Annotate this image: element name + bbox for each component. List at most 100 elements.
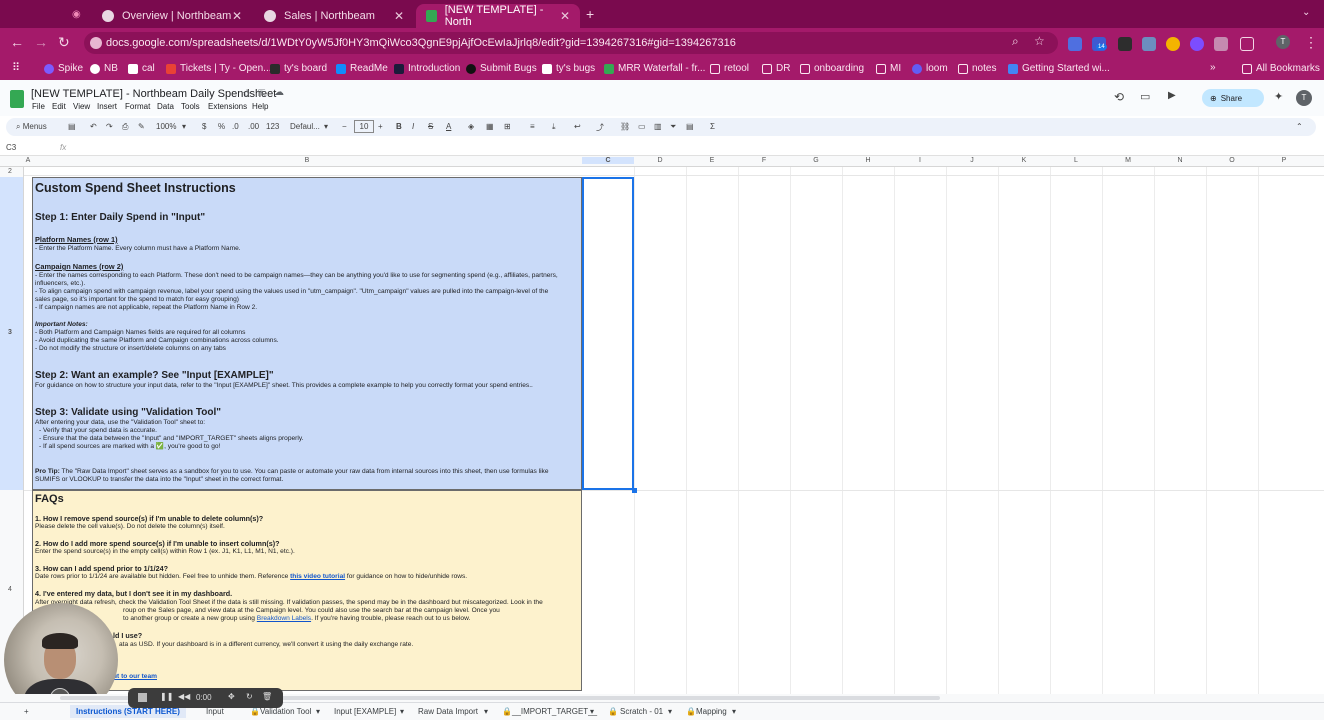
zoom-select[interactable]: 100% (156, 122, 176, 131)
comment-icon[interactable]: ▭ (638, 122, 646, 131)
col-header-h[interactable]: H (842, 157, 894, 164)
apps-icon[interactable]: ⠿ (12, 61, 20, 74)
breakdown-labels-link[interactable]: Breakdown Labels (257, 615, 311, 622)
comment-icon[interactable]: ▭ (1140, 90, 1150, 103)
merge-icon[interactable]: ⊞ (504, 122, 511, 131)
chevron-down-icon[interactable]: ▾ (484, 707, 488, 716)
extension-icon[interactable] (1118, 37, 1132, 51)
menu-tools[interactable]: Tools (181, 102, 200, 111)
bookmark-getting-started[interactable]: Getting Started wi... (1008, 63, 1110, 74)
chevron-down-icon[interactable]: ⌄ (1302, 7, 1310, 18)
col-header-g[interactable]: G (790, 157, 842, 164)
back-icon[interactable]: ← (10, 34, 24, 50)
instructions-cell[interactable]: Custom Spend Sheet Instructions Step 1: … (32, 177, 582, 490)
strikethrough-icon[interactable]: S (428, 122, 433, 131)
filter-icon[interactable]: ⏷ (670, 122, 676, 132)
bookmark-cal[interactable]: cal (128, 63, 155, 74)
bookmark-loom[interactable]: loom (912, 63, 948, 74)
bookmark-tickets[interactable]: Tickets | Ty - Open... (166, 63, 272, 74)
chevron-down-icon[interactable]: ▾ (668, 707, 672, 716)
menu-extensions[interactable]: Extensions (208, 102, 247, 111)
col-header-a[interactable]: A (24, 157, 32, 164)
percent-button[interactable]: % (218, 122, 225, 131)
col-header-p[interactable]: P (1258, 157, 1310, 164)
all-bookmarks[interactable]: All Bookmarks (1242, 63, 1320, 74)
menu-edit[interactable]: Edit (52, 102, 66, 111)
bookmark-retool[interactable]: retool (710, 63, 749, 74)
sheet-tab-import-target[interactable]: __IMPORT_TARGET__ (512, 707, 597, 716)
menu-help[interactable]: Help (252, 102, 268, 111)
font-size-input[interactable]: 10 (354, 120, 374, 133)
fill-color-icon[interactable]: ◈ (468, 122, 474, 131)
bookmark-mi[interactable]: MI (876, 63, 901, 74)
zoom-icon[interactable]: ⌕ (1012, 34, 1019, 49)
col-header-b[interactable]: B (32, 157, 582, 164)
bookmark-onboarding[interactable]: onboarding (800, 63, 864, 74)
menu-data[interactable]: Data (157, 102, 174, 111)
close-icon[interactable]: ✕ (560, 9, 570, 23)
bookmark-notes[interactable]: notes (958, 63, 996, 74)
font-size-decrease[interactable]: − (342, 122, 347, 131)
extension-icon[interactable] (1190, 37, 1204, 51)
move-icon[interactable]: ⇱ (258, 88, 266, 99)
menu-insert[interactable]: Insert (97, 102, 117, 111)
chevron-down-icon[interactable]: ▾ (316, 707, 320, 716)
col-header-d[interactable]: D (634, 157, 686, 164)
menu-format[interactable]: Format (125, 102, 150, 111)
currency-button[interactable]: $ (202, 122, 206, 131)
col-header-e[interactable]: E (686, 157, 738, 164)
bookmark-mrr-waterfall[interactable]: MRR Waterfall - fr... (604, 63, 705, 74)
profile-avatar[interactable]: T (1276, 35, 1290, 49)
rewind-icon[interactable]: ◀◀ (178, 692, 190, 701)
pause-icon[interactable]: ❚❚ (160, 692, 173, 701)
row-header-3[interactable]: 3 (8, 329, 12, 336)
collapse-icon[interactable]: ⌃ (1296, 122, 1303, 131)
bookmark-tys-board[interactable]: ty's board (270, 63, 327, 74)
extension-icon[interactable] (1142, 37, 1156, 51)
tab-sales[interactable]: Sales | Northbeam ✕ (254, 4, 414, 28)
extension-icon[interactable] (1214, 37, 1228, 51)
rotate-icon[interactable]: ⤴ (596, 122, 604, 133)
star-icon[interactable]: ☆ (242, 87, 252, 100)
star-icon[interactable]: ☆ (1034, 34, 1045, 48)
menu-file[interactable]: File (32, 102, 45, 111)
menu-view[interactable]: View (73, 102, 90, 111)
wrap-icon[interactable]: ↩ (574, 122, 581, 131)
row-header-2[interactable]: 2 (8, 168, 12, 175)
stop-icon[interactable] (138, 693, 147, 702)
search-menus-input[interactable]: ⌕ Menus (16, 122, 47, 132)
redo-icon[interactable]: ↷ (106, 122, 113, 131)
text-color-icon[interactable]: A (446, 122, 451, 131)
bookmark-dr[interactable]: DR (762, 63, 790, 74)
meet-icon[interactable]: ▶ (1168, 90, 1176, 101)
col-header-f[interactable]: F (738, 157, 790, 164)
name-box[interactable]: C3 (6, 143, 16, 152)
col-header-c[interactable]: C (582, 157, 634, 164)
decrease-decimal-button[interactable]: .0 (232, 122, 239, 131)
bookmark-submit-bugs[interactable]: Submit Bugs (466, 63, 537, 74)
document-title[interactable]: [NEW TEMPLATE] - Northbeam Daily Spendsh… (31, 88, 276, 100)
restart-icon[interactable]: ↻ (246, 692, 253, 701)
avatar[interactable]: T (1296, 90, 1312, 106)
address-bar[interactable]: docs.google.com/spreadsheets/d/1WDtY0yW5… (84, 32, 1058, 54)
forward-icon[interactable]: → (34, 34, 48, 50)
chart-icon[interactable]: ▥ (654, 122, 662, 131)
bookmark-introduction[interactable]: Introduction (394, 63, 460, 74)
col-header-n[interactable]: N (1154, 157, 1206, 164)
cloud-icon[interactable]: ☁ (274, 87, 284, 98)
col-header-j[interactable]: J (946, 157, 998, 164)
chevron-down-icon[interactable]: ▾ (590, 707, 594, 716)
puzzle-icon[interactable] (1240, 37, 1254, 51)
tabs-icon[interactable]: ▤ (68, 122, 76, 131)
history-icon[interactable]: ⟲ (1114, 90, 1124, 104)
col-header-k[interactable]: K (998, 157, 1050, 164)
chevron-down-icon[interactable]: ▾ (400, 707, 404, 716)
sheet-tab-validation-tool[interactable]: Validation Tool (260, 707, 311, 716)
bold-icon[interactable]: B (396, 122, 402, 131)
bookmark-tys-bugs[interactable]: ty's bugs (542, 63, 595, 74)
chevron-down-icon[interactable]: ▾ (732, 707, 736, 716)
gemini-icon[interactable]: ✦ (1274, 90, 1283, 103)
add-sheet-icon[interactable]: + (24, 707, 29, 716)
selected-cell-c3[interactable] (582, 177, 634, 490)
chevron-right-icon[interactable]: » (1210, 62, 1216, 73)
